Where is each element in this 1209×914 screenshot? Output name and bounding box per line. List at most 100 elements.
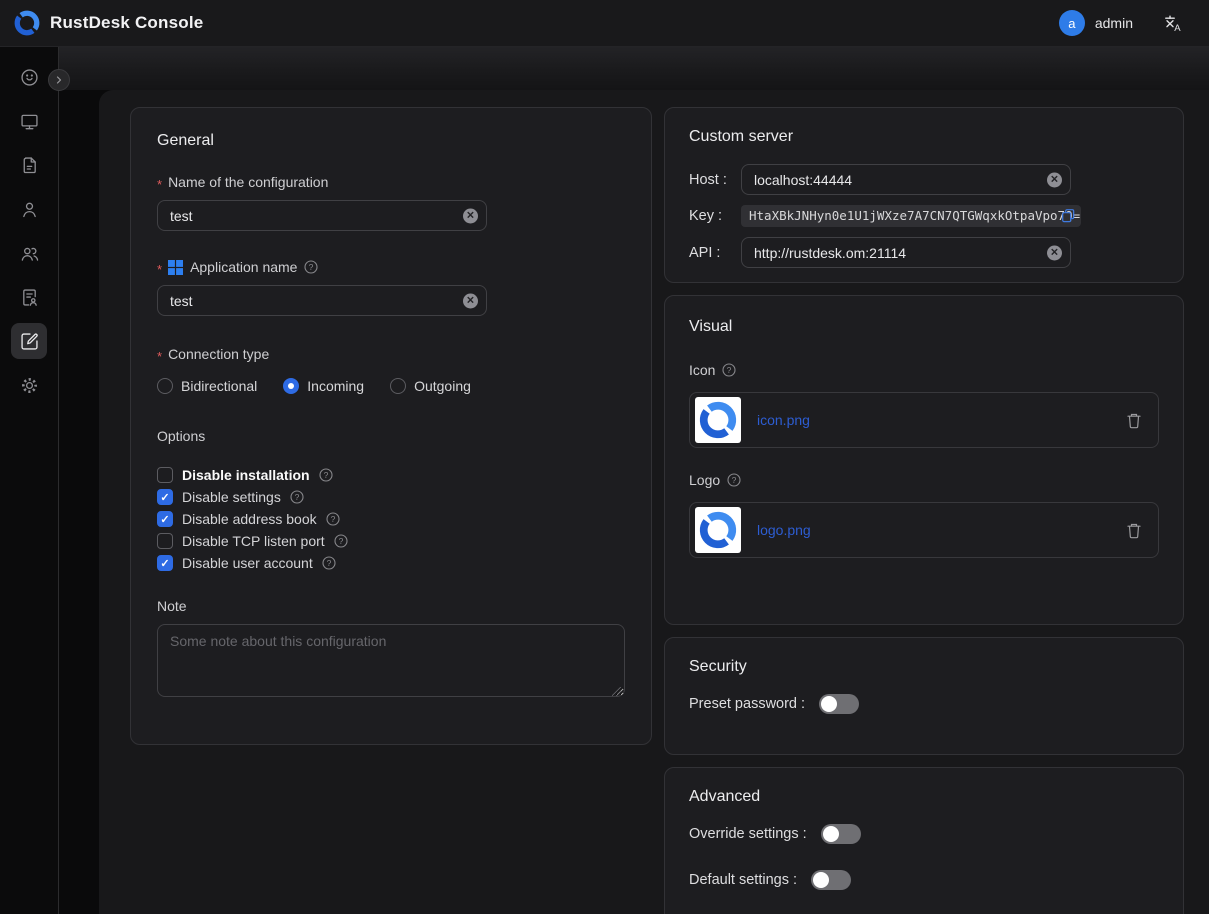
security-title: Security: [689, 658, 1159, 676]
sidebar-item-address-books[interactable]: [11, 279, 47, 315]
checkbox-disable-settings[interactable]: Disable settings ?: [157, 486, 625, 508]
sidebar-item-status[interactable]: [11, 59, 47, 95]
user-avatar[interactable]: a: [1059, 10, 1085, 36]
clear-icon[interactable]: ✕: [1047, 245, 1062, 260]
checkbox-icon: [157, 489, 173, 505]
api-row: API : ✕: [689, 237, 1159, 268]
help-icon[interactable]: ?: [322, 556, 336, 570]
advanced-card: Advanced Override settings : Default set…: [664, 767, 1184, 914]
document-icon: [19, 155, 40, 176]
radio-bidirectional[interactable]: Bidirectional: [157, 378, 257, 394]
copy-icon[interactable]: [1061, 208, 1076, 223]
name-field-label: * Name of the configuration: [157, 174, 625, 190]
svg-text:?: ?: [309, 262, 314, 272]
checkbox-disable-tcp-listen-port[interactable]: Disable TCP listen port ?: [157, 530, 625, 552]
default-settings-row: Default settings :: [689, 870, 1159, 890]
key-value-chip: HtaXBkJNHyn0e1U1jWXze7A7CN7QTGWqxkOtpaVp…: [741, 205, 1081, 227]
windows-icon: [168, 260, 183, 275]
trash-icon[interactable]: [1126, 522, 1142, 539]
checkbox-disable-user-account[interactable]: Disable user account ?: [157, 552, 625, 574]
application-name-input[interactable]: [157, 285, 487, 316]
help-icon[interactable]: ?: [727, 473, 741, 487]
application-name-input-wrap: ✕: [157, 285, 487, 316]
checkbox-disable-installation[interactable]: Disable installation ?: [157, 464, 625, 486]
sidebar-item-settings[interactable]: [11, 367, 47, 403]
required-asterisk: *: [157, 177, 162, 192]
checkbox-icon: [157, 467, 173, 483]
name-input[interactable]: [157, 200, 487, 231]
logo-file-box: logo.png: [689, 502, 1159, 558]
radio-incoming[interactable]: Incoming: [283, 378, 364, 394]
logo-label: Logo ?: [689, 472, 1159, 488]
connection-type-label: * Connection type: [157, 346, 625, 362]
radio-icon: [283, 378, 299, 394]
preset-password-toggle[interactable]: [819, 694, 859, 714]
users-icon: [19, 243, 40, 264]
host-label: Host :: [689, 172, 741, 188]
connection-type-group: Bidirectional Incoming Outgoing: [157, 378, 625, 394]
toggle-knob: [823, 826, 839, 842]
toggle-knob: [821, 696, 837, 712]
help-icon[interactable]: ?: [326, 512, 340, 526]
monitor-icon: [19, 111, 40, 132]
name-input-wrap: ✕: [157, 200, 487, 231]
help-icon[interactable]: ?: [290, 490, 304, 504]
radio-icon: [390, 378, 406, 394]
host-row: Host : ✕: [689, 164, 1159, 195]
clear-icon[interactable]: ✕: [463, 208, 478, 223]
general-title: General: [157, 132, 625, 150]
advanced-title: Advanced: [689, 788, 1159, 806]
translate-icon[interactable]: A: [1163, 13, 1183, 33]
clear-icon[interactable]: ✕: [1047, 172, 1062, 187]
required-asterisk: *: [157, 349, 162, 364]
host-input[interactable]: [741, 164, 1071, 195]
app-title: RustDesk Console: [50, 13, 203, 33]
visual-card: Visual Icon ?: [664, 295, 1184, 625]
smiley-icon: [19, 67, 40, 88]
svg-text:?: ?: [727, 365, 732, 375]
trash-icon[interactable]: [1126, 412, 1142, 429]
icon-file-box: icon.png: [689, 392, 1159, 448]
host-input-wrap: ✕: [741, 164, 1071, 195]
brand: RustDesk Console: [14, 10, 203, 36]
options-label: Options: [157, 428, 625, 444]
checkbox-icon: [157, 533, 173, 549]
security-card: Security Preset password :: [664, 637, 1184, 755]
note-label: Note: [157, 598, 625, 614]
svg-text:?: ?: [323, 470, 328, 480]
help-icon[interactable]: ?: [304, 260, 318, 274]
help-icon[interactable]: ?: [334, 534, 348, 548]
application-name-label: * Application name ?: [157, 259, 625, 275]
help-icon[interactable]: ?: [319, 468, 333, 482]
override-settings-toggle[interactable]: [821, 824, 861, 844]
svg-text:?: ?: [294, 492, 299, 502]
sidebar-expand-button[interactable]: [48, 69, 70, 91]
document-user-icon: [19, 287, 40, 308]
api-input[interactable]: [741, 237, 1071, 268]
logo-filename-link[interactable]: logo.png: [757, 522, 811, 538]
icon-filename-link[interactable]: icon.png: [757, 412, 810, 428]
clear-icon[interactable]: ✕: [463, 293, 478, 308]
edit-icon: [19, 331, 40, 352]
username[interactable]: admin: [1095, 15, 1133, 31]
sidebar-item-devices[interactable]: [11, 103, 47, 139]
custom-server-card: Custom server Host : ✕ Key : HtaXBkJNHyn…: [664, 107, 1184, 283]
visual-title: Visual: [689, 318, 1159, 336]
user-icon: [19, 199, 40, 220]
sidebar-item-audit[interactable]: [11, 147, 47, 183]
key-label: Key :: [689, 208, 741, 224]
radio-outgoing[interactable]: Outgoing: [390, 378, 471, 394]
gear-icon: [19, 375, 40, 396]
sidebar-item-configurations[interactable]: [11, 323, 47, 359]
svg-text:?: ?: [732, 475, 737, 485]
sidebar-item-groups[interactable]: [11, 235, 47, 271]
help-icon[interactable]: ?: [722, 363, 736, 377]
sidebar-item-users[interactable]: [11, 191, 47, 227]
svg-text:?: ?: [338, 536, 343, 546]
note-textarea[interactable]: [157, 624, 625, 697]
api-label: API :: [689, 245, 741, 261]
checkbox-disable-address-book[interactable]: Disable address book ?: [157, 508, 625, 530]
default-settings-toggle[interactable]: [811, 870, 851, 890]
api-input-wrap: ✕: [741, 237, 1071, 268]
note-wrap: [157, 624, 625, 702]
